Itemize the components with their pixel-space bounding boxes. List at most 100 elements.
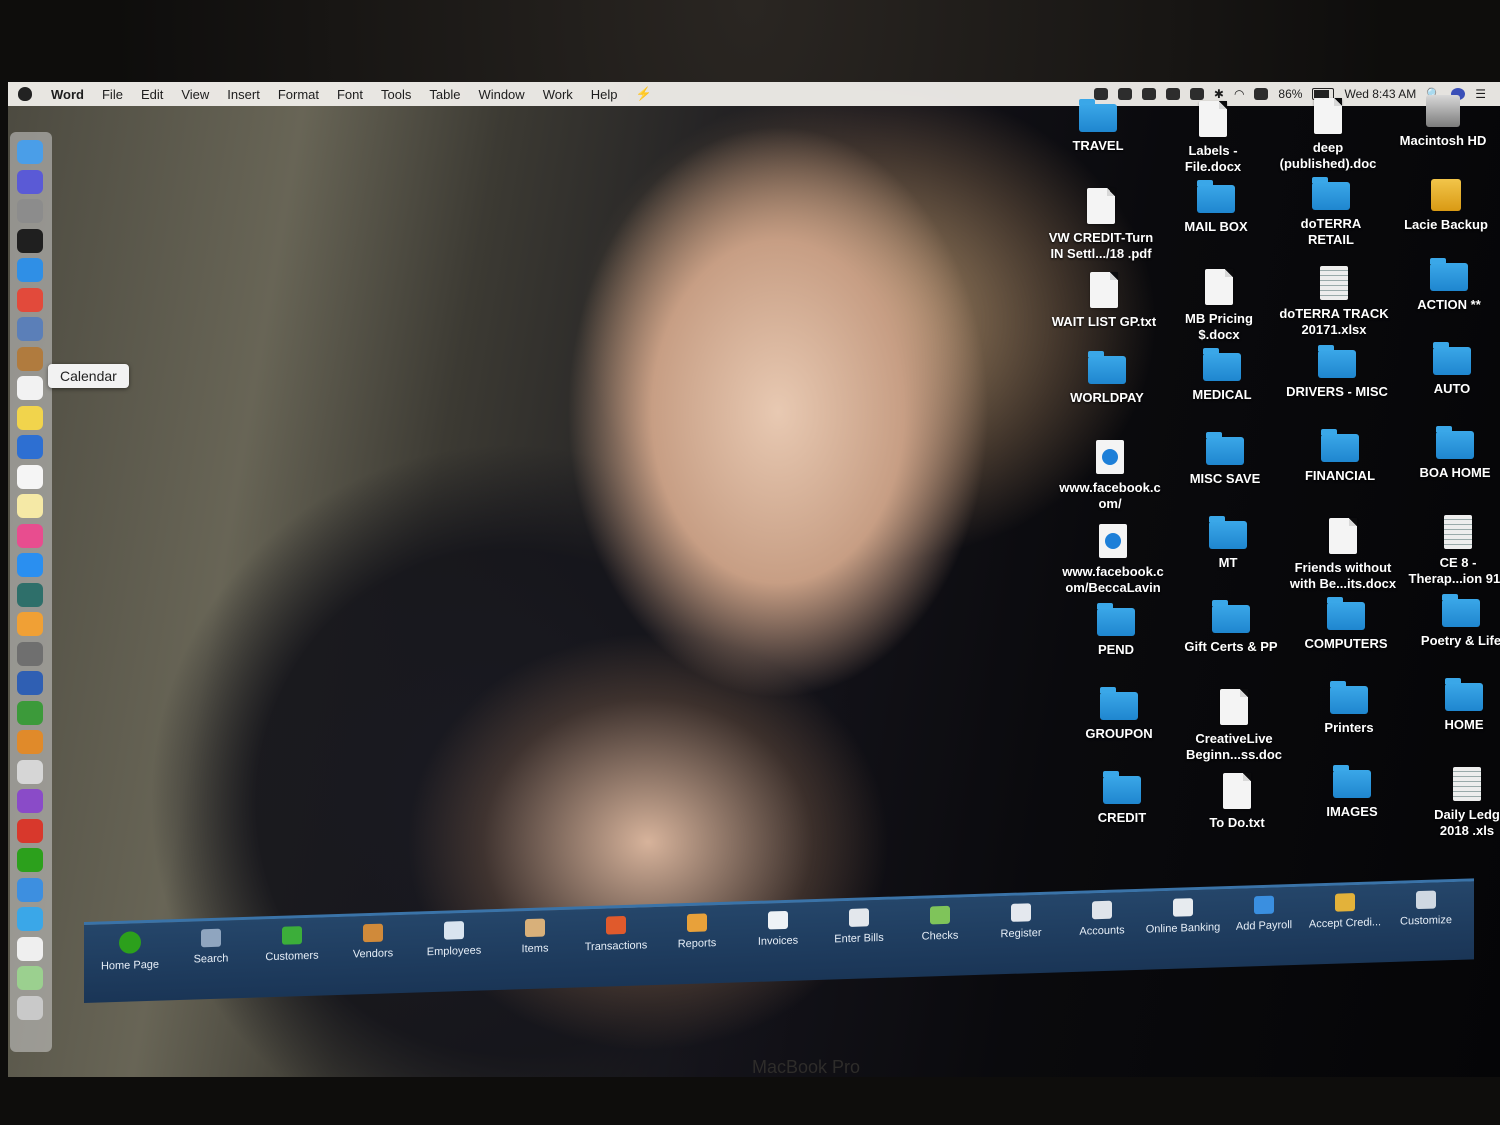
apple-icon[interactable] — [18, 87, 32, 101]
menu-file[interactable]: File — [93, 87, 132, 102]
desktop-item[interactable]: TRAVEL — [1033, 99, 1163, 154]
desktop-item[interactable]: MAIL BOX — [1151, 180, 1281, 235]
notebook-icon[interactable] — [17, 346, 43, 371]
desktop-item[interactable]: Friends without with Be...its.docx — [1278, 518, 1408, 592]
calculator-icon[interactable] — [17, 759, 43, 784]
qb-accounts-button[interactable]: Accounts — [1060, 900, 1144, 939]
stickies-icon[interactable] — [17, 405, 43, 430]
desktop-item[interactable]: Printers — [1284, 681, 1414, 736]
desktop-item[interactable]: HOME — [1399, 678, 1500, 733]
desktop-item[interactable]: To Do.txt — [1172, 773, 1302, 831]
desktop-item[interactable]: IMAGES — [1287, 765, 1417, 820]
finder-icon[interactable] — [17, 140, 43, 164]
menu-window[interactable]: Window — [469, 87, 533, 102]
desktop-item[interactable]: Lacie Backup — [1381, 179, 1500, 233]
launchpad-icon[interactable] — [17, 199, 43, 223]
desktop-item[interactable]: deep (published).doc — [1263, 98, 1393, 172]
qb-customize-button[interactable]: Customize — [1384, 890, 1468, 929]
menu-font[interactable]: Font — [328, 87, 372, 102]
desktop-item[interactable]: MB Pricing $.docx — [1154, 269, 1284, 343]
safari-icon[interactable] — [17, 258, 43, 282]
menu-format[interactable]: Format — [269, 87, 328, 102]
qb-vendors-button[interactable]: Vendors — [331, 923, 415, 962]
qb-home-page-button[interactable]: Home Page — [88, 930, 172, 973]
app-menu-word[interactable]: Word — [42, 87, 93, 102]
calendar-icon[interactable] — [17, 376, 43, 400]
numbers-icon[interactable] — [17, 700, 43, 725]
time-machine-status-icon[interactable] — [1189, 88, 1204, 100]
desktop-item[interactable]: VW CREDIT-Turn IN Settl.../18 .pdf — [1036, 188, 1166, 262]
desktop-item[interactable]: www.facebook.c om/BeccaLavin — [1048, 524, 1178, 596]
qb-transactions-button[interactable]: Transactions — [574, 915, 658, 954]
photos-icon[interactable] — [17, 612, 43, 636]
textedit-icon[interactable] — [17, 464, 43, 489]
podcasts-icon[interactable] — [17, 789, 43, 813]
desktop-item[interactable]: WAIT LIST GP.txt — [1039, 272, 1169, 330]
desktop-item[interactable]: CREDIT — [1057, 771, 1187, 826]
desktop-item[interactable]: GROUPON — [1054, 687, 1184, 742]
desktop-item[interactable]: ACTION ** — [1384, 258, 1500, 313]
desktop-item[interactable]: Labels - File.docx — [1148, 101, 1278, 175]
creative-cloud-icon[interactable] — [1117, 88, 1132, 100]
menu-work[interactable]: Work — [534, 87, 582, 102]
desktop-item[interactable]: doTERRA RETAIL — [1266, 177, 1396, 248]
menu-edit[interactable]: Edit — [132, 87, 172, 102]
bluetooth-icon[interactable]: ✱ — [1214, 87, 1224, 101]
folder-icon[interactable] — [17, 907, 43, 931]
acrobat-icon[interactable] — [17, 818, 43, 843]
desktop-item[interactable]: AUTO — [1387, 342, 1500, 397]
desktop-item[interactable]: PEND — [1051, 603, 1181, 658]
notes-icon[interactable] — [17, 494, 43, 518]
word-icon[interactable] — [17, 671, 43, 695]
qb-register-button[interactable]: Register — [979, 902, 1063, 941]
desktop-item[interactable]: WORLDPAY — [1042, 351, 1172, 406]
desktop-item[interactable]: MT — [1163, 516, 1293, 571]
time-machine-icon[interactable] — [17, 582, 43, 607]
menu-tools[interactable]: Tools — [372, 87, 420, 102]
menu-help[interactable]: Help — [582, 87, 627, 102]
desktop-item[interactable]: www.facebook.c om/ — [1045, 440, 1175, 512]
desktop-item[interactable]: Daily Ledg 2018 .xls — [1402, 767, 1500, 839]
qb-checks-button[interactable]: Checks — [898, 905, 982, 944]
desktop-item[interactable]: MEDICAL — [1157, 348, 1287, 403]
dashboard-icon[interactable] — [17, 228, 43, 253]
desktop-item[interactable]: DRIVERS - MISC — [1272, 345, 1402, 400]
qb-accept-credi-button[interactable]: Accept Credi... — [1303, 892, 1387, 931]
quickbooks-icon[interactable] — [17, 848, 43, 872]
dropbox-icon[interactable] — [1093, 88, 1108, 100]
trash-icon[interactable] — [17, 995, 43, 1020]
desktop-item[interactable]: Gift Certs & PP — [1166, 600, 1296, 655]
menu-table[interactable]: Table — [420, 87, 469, 102]
qb-invoices-button[interactable]: Invoices — [736, 910, 820, 949]
cloud-icon[interactable] — [1141, 88, 1156, 100]
chrome-icon[interactable] — [17, 287, 43, 312]
mail-icon[interactable] — [17, 877, 43, 902]
desktop-item[interactable]: MISC SAVE — [1160, 432, 1290, 487]
desktop-item[interactable]: Poetry & Life — [1396, 594, 1500, 649]
qb-reports-button[interactable]: Reports — [655, 912, 739, 951]
desktop-item[interactable]: CE 8 - Therap...ion 917 — [1393, 515, 1500, 587]
mailplane-status-icon[interactable] — [1165, 88, 1180, 100]
desktop-item[interactable]: CreativeLive Beginn...ss.doc — [1169, 689, 1299, 763]
app-store-icon[interactable] — [17, 553, 43, 577]
preview-icon[interactable] — [17, 317, 43, 341]
qb-add-payroll-button[interactable]: Add Payroll — [1222, 895, 1306, 934]
desktop-item[interactable]: COMPUTERS — [1281, 597, 1411, 652]
qb-enter-bills-button[interactable]: Enter Bills — [817, 907, 901, 946]
mailplane-icon[interactable] — [17, 435, 43, 459]
spreadsheet-icon[interactable] — [17, 966, 43, 990]
desktop-item[interactable]: doTERRA TRACK 20171.xlsx — [1269, 266, 1399, 338]
qb-search-button[interactable]: Search — [169, 928, 253, 967]
itunes-icon[interactable] — [17, 523, 43, 548]
menu-view[interactable]: View — [172, 87, 218, 102]
qb-online-banking-button[interactable]: Online Banking — [1141, 897, 1225, 936]
system-preferences-icon[interactable] — [17, 641, 43, 666]
desktop-item[interactable]: FINANCIAL — [1275, 429, 1405, 484]
qb-customers-button[interactable]: Customers — [250, 925, 334, 964]
qb-employees-button[interactable]: Employees — [412, 920, 496, 959]
desktop-item[interactable]: BOA HOME — [1390, 426, 1500, 481]
script-menu-icon[interactable]: ⚡ — [627, 86, 661, 102]
wifi-icon[interactable]: ◠ — [1234, 87, 1244, 101]
pages-icon[interactable] — [17, 730, 43, 754]
menu-insert[interactable]: Insert — [218, 87, 269, 102]
